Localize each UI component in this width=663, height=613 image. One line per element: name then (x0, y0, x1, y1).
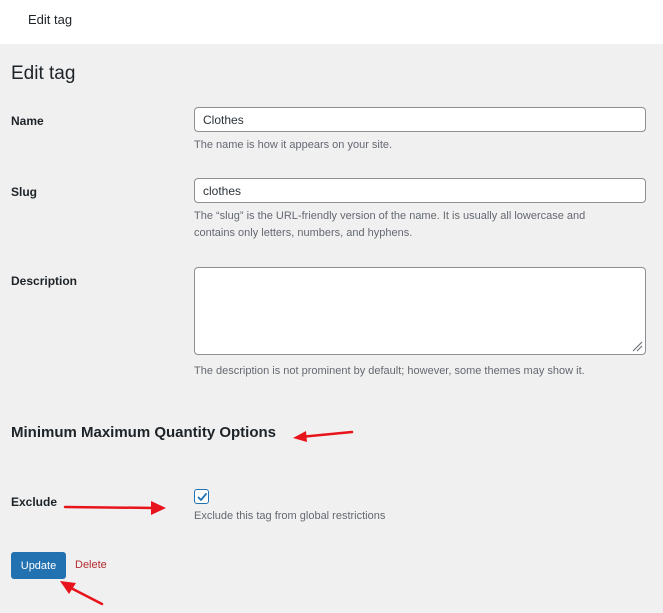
annotation-arrow-icon (63, 501, 166, 515)
slug-label: Slug (11, 185, 37, 199)
annotation-arrow-icon (293, 430, 354, 442)
description-help-text: The description is not prominent by defa… (194, 365, 585, 377)
top-bar-title: Edit tag (28, 12, 73, 27)
update-button[interactable]: Update (11, 552, 66, 579)
delete-link[interactable]: Delete (75, 559, 107, 571)
annotation-arrow-icon (60, 581, 104, 606)
name-help-text: The name is how it appears on your site. (194, 139, 393, 151)
quantity-options-heading: Minimum Maximum Quantity Options (11, 424, 277, 441)
exclude-help-text: Exclude this tag from global restriction… (194, 510, 386, 522)
checkmark-icon (197, 493, 207, 501)
resize-handle-icon[interactable] (631, 340, 643, 352)
exclude-label: Exclude (11, 495, 58, 509)
slug-input[interactable] (194, 178, 646, 203)
top-bar: Edit tag (0, 0, 663, 44)
slug-help-text: The “slug” is the URL-friendly version o… (194, 210, 586, 239)
name-input[interactable] (194, 107, 646, 132)
exclude-checkbox[interactable] (194, 489, 209, 504)
name-label: Name (11, 114, 44, 128)
description-textarea[interactable] (194, 267, 646, 355)
page-title: Edit tag (11, 63, 76, 84)
description-label: Description (11, 274, 78, 288)
